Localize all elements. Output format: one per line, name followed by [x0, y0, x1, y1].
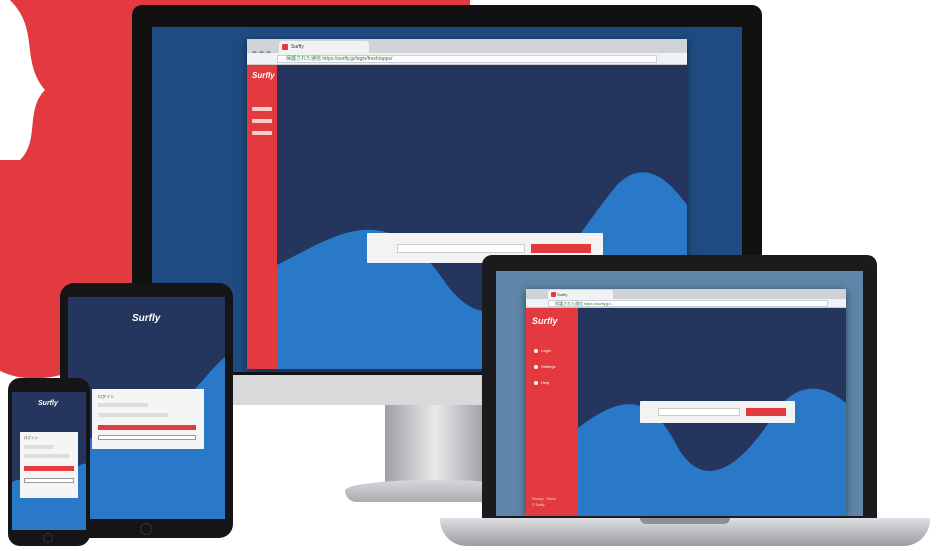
secondary-button[interactable] [98, 435, 196, 440]
logo: Surfly [38, 400, 58, 407]
tab-label: Surfly [291, 44, 304, 50]
login-form-card: ログイン [92, 389, 204, 449]
form-field[interactable] [24, 445, 54, 449]
logo: Surfly [132, 313, 161, 324]
search-button[interactable] [746, 408, 786, 416]
tablet-screen: Surfly ログイン [68, 297, 225, 519]
monitor-stand-neck [385, 405, 485, 490]
browser-tab-bar: Surfly [526, 289, 846, 305]
sidebar-item[interactable] [252, 119, 272, 123]
laptop-screen: Surfly 保護された通信 https://surfly.jp/... Sur… [496, 271, 863, 516]
sidebar-item[interactable] [252, 107, 272, 111]
browser-tab[interactable]: Surfly [548, 290, 613, 299]
laptop-browser-window: Surfly 保護された通信 https://surfly.jp/... Sur… [526, 289, 846, 516]
sidebar: Surfly Login Settings Help Privacy · Ter… [526, 308, 578, 516]
search-card [640, 401, 795, 423]
form-title: ログイン [98, 394, 114, 399]
favicon-icon [282, 44, 288, 50]
browser-tab[interactable]: Surfly [279, 41, 369, 53]
sidebar-footer: Privacy · Terms © Surfly [532, 497, 557, 507]
tab-label: Surfly [557, 292, 568, 297]
white-brush-mark-icon [0, 0, 45, 160]
form-field[interactable] [98, 403, 148, 407]
secondary-button[interactable] [24, 478, 74, 483]
wrench-icon [534, 364, 538, 369]
page-body: Surfly Login Settings Help Privacy · Ter… [526, 308, 846, 516]
sidebar-item-settings[interactable]: Settings [534, 364, 555, 369]
logo: Surfly [252, 71, 275, 80]
phone-screen: Surfly ログイン [12, 392, 86, 530]
search-input[interactable] [397, 244, 525, 253]
user-icon [534, 348, 538, 353]
form-field[interactable] [98, 413, 168, 417]
submit-button[interactable] [98, 425, 196, 430]
main-content [578, 308, 846, 516]
browser-tab-bar: Surfly [247, 39, 687, 56]
sidebar-item[interactable] [252, 131, 272, 135]
address-bar: 保護された通信 https://surfly.jp/login/fresh/ap… [247, 53, 687, 65]
laptop-notch [640, 518, 730, 524]
submit-button[interactable] [24, 466, 74, 471]
sidebar-item-login[interactable]: Login [534, 348, 551, 353]
favicon-icon [551, 292, 556, 297]
laptop: Surfly 保護された通信 https://surfly.jp/... Sur… [482, 255, 877, 520]
url-field[interactable]: 保護された通信 https://surfly.jp/... [548, 300, 828, 307]
url-field[interactable]: 保護された通信 https://surfly.jp/login/fresh/ap… [277, 55, 657, 63]
search-input[interactable] [658, 408, 740, 416]
search-button[interactable] [531, 244, 591, 253]
login-form-card: ログイン [20, 432, 78, 498]
form-field[interactable] [24, 454, 69, 458]
sidebar-item-help[interactable]: Help [534, 380, 549, 385]
logo: Surfly [532, 316, 558, 326]
responsive-devices-mockup: Surfly 保護された通信 https://surfly.jp/login/f… [0, 0, 937, 551]
home-button[interactable] [43, 533, 53, 543]
phone: Surfly ログイン [8, 378, 90, 546]
home-button[interactable] [140, 523, 152, 535]
form-title: ログイン [24, 436, 38, 440]
book-icon [534, 380, 538, 385]
address-bar: 保護された通信 https://surfly.jp/... [526, 299, 846, 308]
sidebar: Surfly [247, 65, 277, 369]
